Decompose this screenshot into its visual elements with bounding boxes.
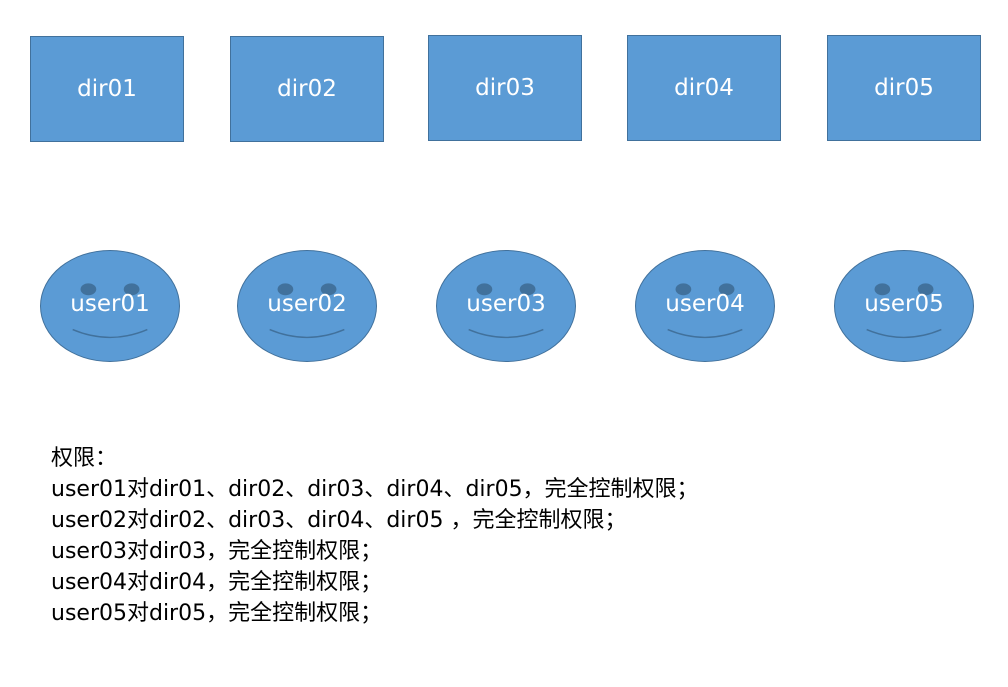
user-face-user03: user03 xyxy=(436,250,576,362)
notes-line-user04: user04对dir04，完全控制权限； xyxy=(51,570,383,595)
dir-box-dir03: dir03 xyxy=(428,35,582,141)
dir-label: dir05 xyxy=(874,75,934,101)
smile-mouth-icon xyxy=(468,328,544,339)
notes-line-user02: user02对dir02、dir03、dir04、dir05 ，完全控制权限； xyxy=(51,508,627,533)
dir-box-dir04: dir04 xyxy=(627,35,781,141)
user-face-user01: user01 xyxy=(40,250,180,362)
notes-title: 权限： xyxy=(51,446,118,471)
dir-box-dir05: dir05 xyxy=(827,35,981,141)
user-label: user04 xyxy=(665,291,745,317)
dir-box-dir01: dir01 xyxy=(30,36,184,142)
user-face-user05: user05 xyxy=(834,250,974,362)
user-label: user01 xyxy=(70,291,150,317)
notes-line-user03: user03对dir03，完全控制权限； xyxy=(51,539,383,564)
smile-mouth-icon xyxy=(269,328,345,339)
user-label: user02 xyxy=(267,291,347,317)
dir-label: dir04 xyxy=(674,75,734,101)
user-label: user05 xyxy=(864,291,944,317)
dir-box-dir02: dir02 xyxy=(230,36,384,142)
smile-mouth-icon xyxy=(866,328,942,339)
dir-label: dir01 xyxy=(77,76,137,102)
notes-line-user05: user05对dir05，完全控制权限； xyxy=(51,601,383,626)
user-face-user02: user02 xyxy=(237,250,377,362)
dir-label: dir03 xyxy=(475,75,535,101)
notes-line-user01: user01对dir01、dir02、dir03、dir04、dir05，完全控… xyxy=(51,477,699,502)
user-label: user03 xyxy=(466,291,546,317)
dir-label: dir02 xyxy=(277,76,337,102)
smile-mouth-icon xyxy=(667,328,743,339)
user-face-user04: user04 xyxy=(635,250,775,362)
smile-mouth-icon xyxy=(72,328,148,339)
permission-notes: 权限： user01对dir01、dir02、dir03、dir04、dir05… xyxy=(51,443,699,629)
